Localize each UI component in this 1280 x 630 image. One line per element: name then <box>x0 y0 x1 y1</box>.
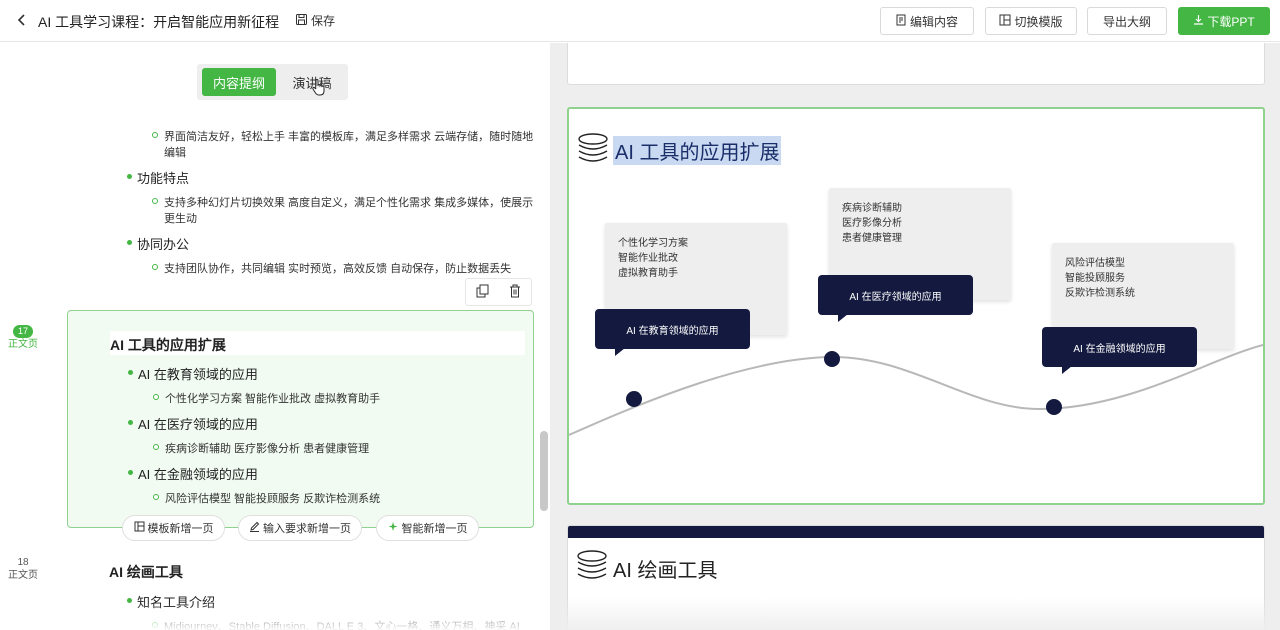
hand-pointer-icon <box>311 78 327 101</box>
outline-item[interactable]: Midjourney、Stable Diffusion、DALL E 3、文心一… <box>152 618 520 630</box>
outline-item-continued[interactable]: 编辑 <box>164 144 186 160</box>
timeline-node <box>1046 399 1062 415</box>
stacked-layers-icon <box>576 548 608 585</box>
outline-item[interactable]: 疾病诊断辅助 医疗影像分析 患者健康管理 <box>152 440 369 456</box>
tab-outline[interactable]: 内容提纲 <box>202 68 276 96</box>
card-text: 智能投顾服务 <box>1065 273 1125 284</box>
pencil-icon <box>249 521 260 535</box>
section-title: AI 工具的应用扩展 <box>110 337 226 353</box>
outline-item-continued[interactable]: 更生动 <box>164 210 197 226</box>
top-bar: AI 工具学习课程：开启智能应用新征程 保存 编辑内容 切换模版 导出大纲 下载… <box>0 0 1280 42</box>
slide-preview-panel: AI 工具的应用扩展 个性化学习方案 智能作业批改 虚拟教育助手 AI 在教育领… <box>550 43 1280 630</box>
add-page-from-template-label: 模板新增一页 <box>147 523 214 535</box>
card-text: 个性化学习方案 <box>618 238 688 249</box>
page-number-17[interactable]: 17 正文页 <box>4 325 42 351</box>
section-title[interactable]: AI 绘画工具 <box>109 562 183 582</box>
timeline-node <box>824 351 840 367</box>
card-text: 患者健康管理 <box>842 233 902 244</box>
outline-panel: 内容提纲 演讲稿 界面简洁友好，轻松上手 丰富的模板库，满足多样需求 云端存储，… <box>0 43 549 630</box>
export-outline-button[interactable]: 导出大纲 <box>1087 7 1167 35</box>
outline-item[interactable]: 界面简洁友好，轻松上手 丰富的模板库，满足多样需求 云端存储，随时随地 <box>151 128 533 144</box>
slide-title: AI 绘画工具 <box>613 560 718 582</box>
outline-item[interactable]: 风险评估模型 智能投顾服务 反欺诈检测系统 <box>152 490 380 506</box>
template-icon <box>999 14 1011 29</box>
outline-heading[interactable]: 功能特点 <box>126 168 189 187</box>
outline-heading[interactable]: 知名工具介绍 <box>126 592 215 611</box>
document-title: AI 工具学习课程：开启智能应用新征程 <box>38 14 280 30</box>
selected-section-card[interactable]: AI 工具的应用扩展 AI 在教育领域的应用 个性化学习方案 智能作业批改 虚拟… <box>67 310 534 528</box>
add-page-from-template-button[interactable]: 模板新增一页 <box>122 515 225 541</box>
save-icon <box>295 13 308 29</box>
delete-icon[interactable] <box>509 284 521 301</box>
card-text: 医疗影像分析 <box>842 218 902 229</box>
outline-heading[interactable]: 协同办公 <box>126 234 189 253</box>
back-arrow-icon[interactable] <box>14 12 30 28</box>
next-slide-thumbnail[interactable]: AI 绘画工具 <box>567 525 1265 630</box>
outline-heading[interactable]: AI 在金融领域的应用 <box>128 464 258 483</box>
export-outline-label: 导出大纲 <box>1102 14 1151 29</box>
outline-scrollbar[interactable] <box>540 431 548 511</box>
card-text: 疾病诊断辅助 <box>842 203 902 214</box>
slide-bubble[interactable]: AI 在医疗领域的应用 <box>818 275 973 322</box>
section-toolbar <box>465 278 532 306</box>
slide-bubble[interactable]: AI 在教育领域的应用 <box>595 309 750 356</box>
sparkle-icon <box>388 521 399 535</box>
outline-item[interactable]: 支持团队协作，共同编辑 实时预览，高效反馈 自动保存，防止数据丢失 <box>151 260 511 276</box>
download-icon <box>1193 14 1204 28</box>
slide-bubble[interactable]: AI 在金融领域的应用 <box>1042 327 1197 374</box>
outline-heading[interactable]: AI 在教育领域的应用 <box>128 364 258 383</box>
outline-heading[interactable]: AI 在医疗领域的应用 <box>128 414 258 433</box>
edit-content-label: 编辑内容 <box>909 14 958 29</box>
outline-item[interactable]: 支持多种幻灯片切换效果 高度自定义，满足个性化需求 集成多媒体，使展示 <box>151 194 533 210</box>
download-ppt-label: 下载PPT <box>1207 14 1255 29</box>
smart-add-page-label: 智能新增一页 <box>401 523 468 535</box>
card-text: 虚拟教育助手 <box>618 268 678 279</box>
card-text: 风险评估模型 <box>1065 258 1125 269</box>
page-type-label: 正文页 <box>8 570 38 581</box>
card-text: 智能作业批改 <box>618 253 678 264</box>
download-ppt-button[interactable]: 下载PPT <box>1178 7 1270 35</box>
page-type-label: 正文页 <box>8 339 38 350</box>
switch-template-button[interactable]: 切换模版 <box>985 7 1077 35</box>
smart-add-page-button[interactable]: 智能新增一页 <box>376 515 479 541</box>
switch-template-label: 切换模版 <box>1014 14 1063 29</box>
timeline-node <box>626 391 642 407</box>
copy-icon[interactable] <box>476 284 489 301</box>
template-icon <box>134 521 145 535</box>
slide-header-band <box>568 526 1264 538</box>
previous-slide-thumbnail[interactable] <box>567 43 1265 85</box>
edit-content-button[interactable]: 编辑内容 <box>880 7 974 35</box>
card-text: 反欺诈检测系统 <box>1065 288 1135 299</box>
edit-doc-icon <box>896 14 907 29</box>
add-page-by-input-button[interactable]: 输入要求新增一页 <box>238 515 362 541</box>
save-label: 保存 <box>311 14 336 28</box>
section-title-editor[interactable]: AI 工具的应用扩展 <box>110 331 525 355</box>
save-button[interactable]: 保存 <box>295 12 335 29</box>
add-page-by-input-label: 输入要求新增一页 <box>263 523 351 535</box>
outline-item[interactable]: 个性化学习方案 智能作业批改 虚拟教育助手 <box>152 390 380 406</box>
page-number-18[interactable]: 18 正文页 <box>4 556 42 582</box>
current-slide[interactable]: AI 工具的应用扩展 个性化学习方案 智能作业批改 虚拟教育助手 AI 在教育领… <box>567 107 1265 505</box>
